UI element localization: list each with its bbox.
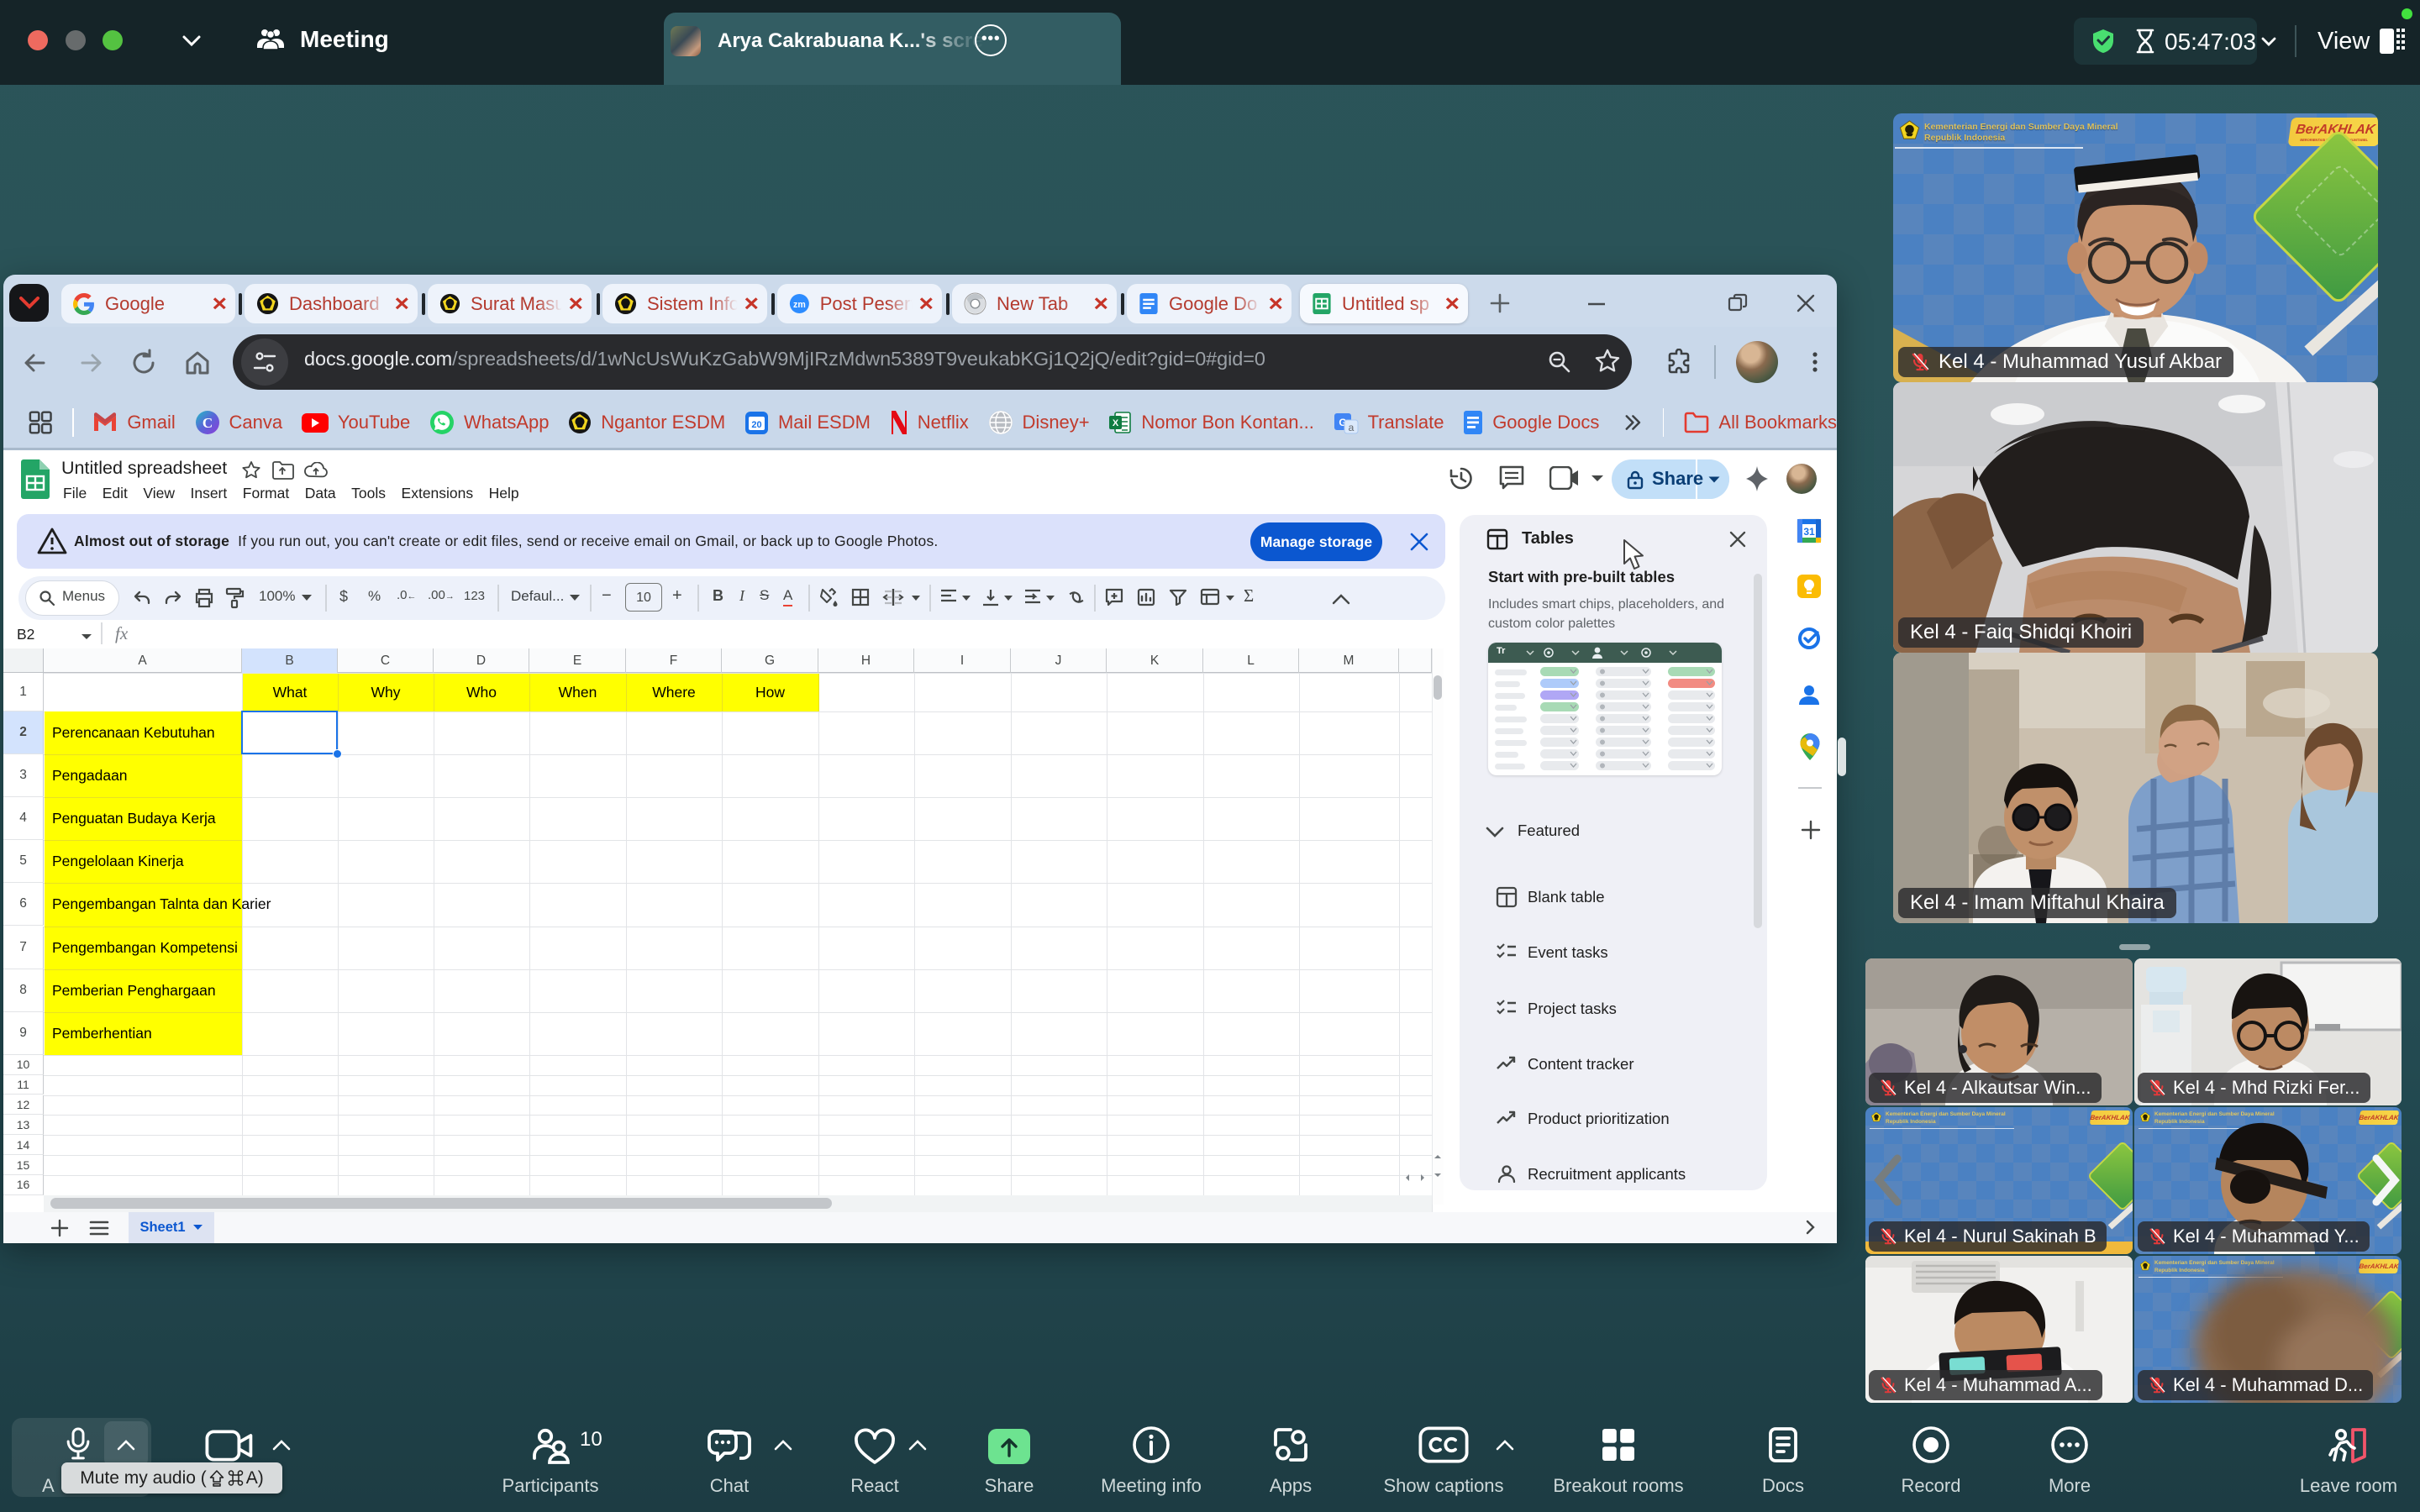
svg-text:a: a bbox=[1348, 422, 1354, 433]
svg-text:31: 31 bbox=[1803, 526, 1815, 538]
svg-text:C: C bbox=[202, 415, 212, 431]
svg-text:X: X bbox=[1113, 418, 1119, 428]
svg-text:zm: zm bbox=[793, 300, 806, 310]
svg-text:20: 20 bbox=[751, 420, 761, 430]
